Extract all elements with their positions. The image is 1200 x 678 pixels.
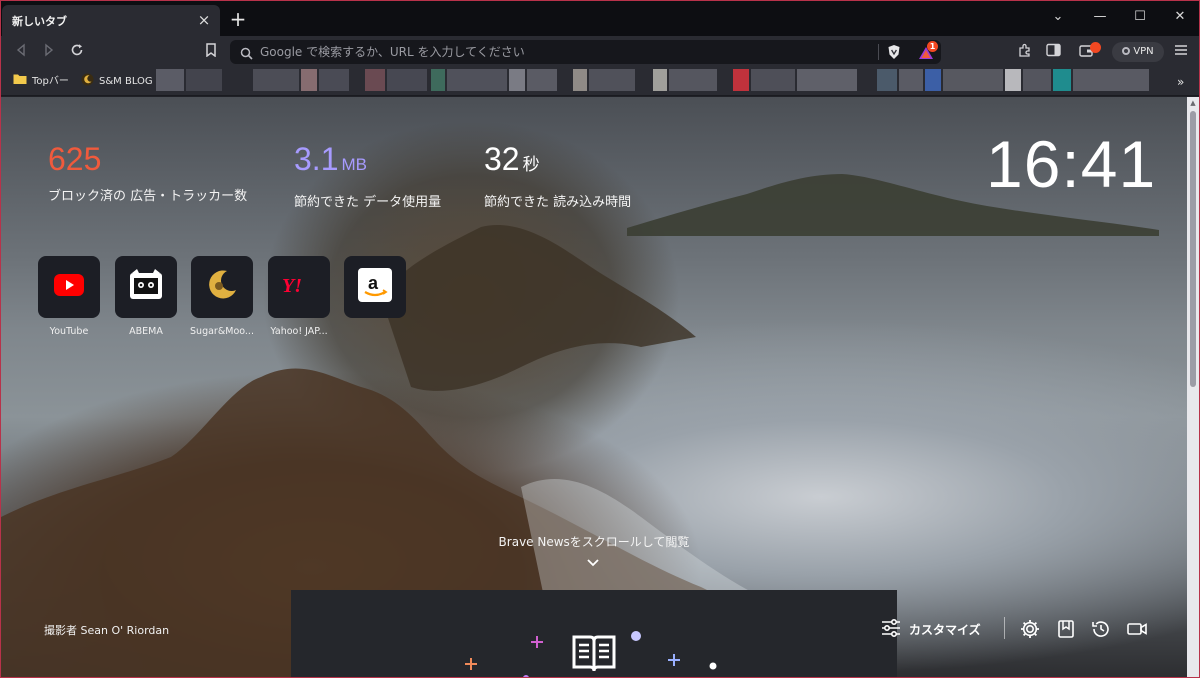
toolbar: 1 VPN — [1, 36, 1199, 68]
brave-shields-icon[interactable] — [887, 44, 901, 64]
tab-new-tab[interactable]: 新しいタブ × — [2, 5, 220, 36]
reload-icon[interactable] — [68, 43, 86, 61]
stat-data-value: 3.1 — [294, 141, 339, 177]
stat-ads-label: ブロック済の 広告・トラッカー数 — [48, 189, 248, 204]
stat-time-value: 32 — [484, 141, 520, 177]
bookmark-page-icon[interactable] — [202, 43, 220, 61]
bookmarks-bar: Topバー S&M BLOG » — [1, 68, 1199, 96]
clock: 16:41 — [986, 127, 1157, 201]
vpn-button[interactable]: VPN — [1112, 42, 1164, 62]
svg-text:a: a — [368, 273, 379, 293]
scroll-up-icon[interactable]: ▲ — [1187, 97, 1199, 109]
wallet-notification-dot — [1090, 42, 1101, 53]
youtube-icon — [54, 274, 84, 300]
top-site-sugar-moon[interactable] — [191, 256, 253, 318]
forward-icon[interactable] — [40, 43, 58, 61]
history-icon[interactable] — [1090, 618, 1112, 640]
folder-icon — [13, 73, 27, 91]
sugar-moon-icon — [81, 73, 94, 92]
customize-label: カスタマイズ — [909, 622, 981, 637]
back-icon[interactable] — [12, 43, 30, 61]
top-site-label: Sugar&Moo... — [190, 326, 254, 337]
top-site-label: YouTube — [49, 326, 89, 337]
stat-data-label: 節約できた データ使用量 — [294, 195, 442, 210]
tab-strip: 新しいタブ × + ⌄ — ☐ ✕ — [1, 1, 1199, 36]
amazon-icon: a — [358, 268, 392, 306]
stat-ads-blocked: 625 ブロック済の 広告・トラッカー数 — [48, 141, 247, 204]
top-site-youtube[interactable] — [38, 256, 100, 318]
abema-icon — [128, 269, 164, 305]
vpn-label: VPN — [1133, 46, 1154, 57]
top-site-yahoo[interactable]: Y! — [268, 256, 330, 318]
brave-news-hint[interactable]: Brave Newsをスクロールして閲覧 — [441, 533, 747, 550]
chevron-down-icon[interactable] — [585, 555, 601, 571]
rewards-badge: 1 — [927, 41, 938, 52]
vpn-status-icon — [1122, 47, 1131, 55]
customize-button[interactable]: カスタマイズ — [881, 617, 981, 641]
stat-bandwidth-saved: 3.1 MB 節約できた データ使用量 — [294, 141, 441, 210]
bookmark-label: S&M BLOG — [99, 76, 153, 87]
stat-time-unit: 秒 — [522, 155, 540, 174]
stat-ads-value: 625 — [48, 141, 102, 177]
bookmark-folder-top[interactable]: Topバー — [13, 74, 69, 90]
search-icon — [240, 45, 253, 64]
stat-data-unit: MB — [341, 155, 367, 174]
address-bar[interactable]: 1 — [230, 40, 941, 64]
brave-talk-video-icon[interactable] — [1126, 618, 1148, 640]
stat-time-label: 節約できた 読み込み時間 — [484, 195, 632, 210]
close-window-button[interactable]: ✕ — [1167, 7, 1193, 27]
brave-news-panel[interactable] — [291, 590, 897, 677]
extensions-icon[interactable] — [1015, 43, 1033, 61]
tab-search-icon[interactable]: ⌄ — [1045, 7, 1071, 27]
menu-icon[interactable] — [1172, 43, 1190, 61]
stat-time-saved: 32 秒 節約できた 読み込み時間 — [484, 141, 631, 210]
sidebar-icon[interactable] — [1044, 43, 1062, 61]
new-tab-page: 625 ブロック済の 広告・トラッカー数 3.1 MB 節約できた データ使用量 … — [1, 97, 1187, 677]
tab-close-icon[interactable]: × — [196, 12, 212, 28]
top-site-abema[interactable] — [115, 256, 177, 318]
omnibox-divider — [878, 44, 879, 60]
photo-credit[interactable]: 撮影者 Sean O' Riordan — [44, 622, 169, 638]
settings-gear-icon[interactable] — [1019, 618, 1041, 640]
sugar-moon-icon — [205, 268, 239, 306]
browser-window: 新しいタブ × + ⌄ — ☐ ✕ Google で検索するか、URL を入力し… — [0, 0, 1200, 678]
address-input[interactable] — [260, 40, 870, 64]
top-site-label: Yahoo! JAP... — [270, 326, 328, 337]
svg-text:Y!: Y! — [282, 275, 302, 296]
new-tab-button[interactable]: + — [229, 9, 247, 29]
bookmark-sm-blog[interactable]: S&M BLOG — [81, 73, 153, 92]
sliders-icon — [881, 618, 901, 640]
top-site-amazon[interactable]: a — [344, 256, 406, 318]
bookmark-label: Topバー — [32, 76, 69, 87]
bookmarks-icon[interactable] — [1055, 618, 1077, 640]
maximize-button[interactable]: ☐ — [1127, 7, 1153, 27]
minimize-button[interactable]: — — [1087, 7, 1113, 27]
page-scrollbar[interactable]: ▲ — [1187, 97, 1199, 677]
scroll-thumb[interactable] — [1190, 111, 1196, 387]
yahoo-icon: Y! — [280, 274, 318, 300]
tools-divider — [1004, 617, 1005, 639]
tab-title: 新しいタブ — [12, 14, 67, 28]
top-site-label: ABEMA — [129, 326, 163, 337]
news-reader-icon — [572, 633, 616, 677]
bookmarks-more-button[interactable]: » — [1177, 74, 1184, 90]
